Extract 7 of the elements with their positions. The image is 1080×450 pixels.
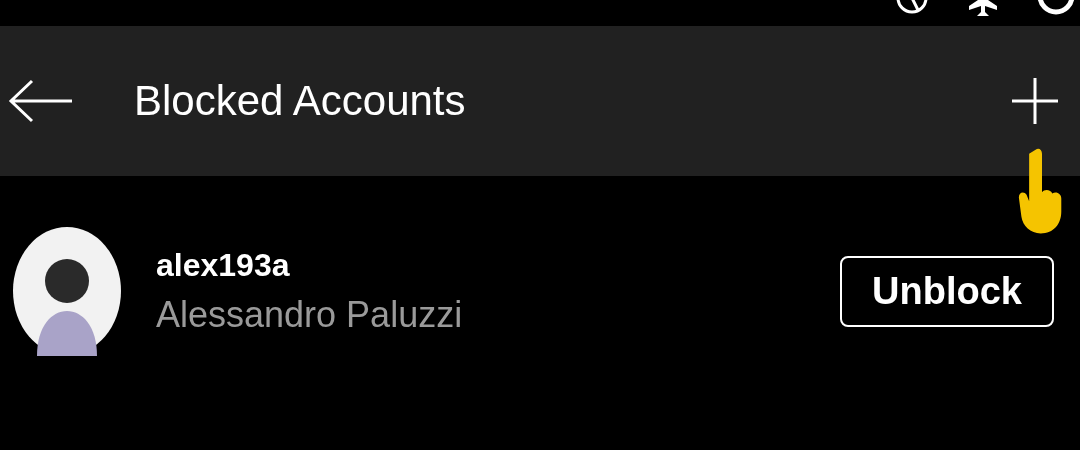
full-name: Alessandro Paluzzi [156, 293, 464, 336]
avatar[interactable] [12, 226, 122, 356]
plus-icon[interactable] [1010, 76, 1060, 126]
unblock-button[interactable]: Unblock [840, 255, 1054, 327]
username: alex193a [156, 246, 291, 284]
page-title: Blocked Accounts [134, 77, 467, 125]
back-arrow-icon[interactable] [8, 79, 74, 123]
